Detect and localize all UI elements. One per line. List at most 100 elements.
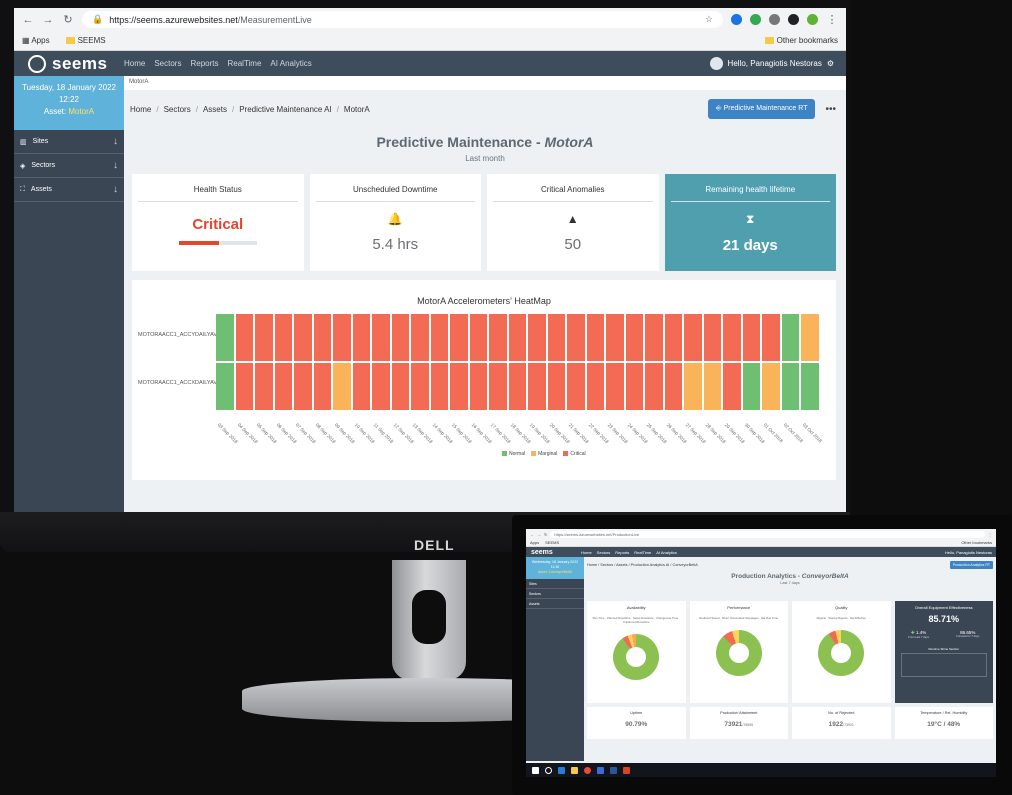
user-menu[interactable]: Hello, Panagiotis Nestoras ⚙ <box>709 57 834 70</box>
sidebar-item-sites[interactable]: ▥ Sites ↓ <box>14 130 124 154</box>
breadcrumb-sectors[interactable]: Sectors <box>164 105 191 114</box>
heatmap-cell[interactable] <box>684 314 702 361</box>
laptop-address-bar[interactable]: https://seems.azurewebsites.net/Producti… <box>550 530 985 538</box>
extension-icon[interactable] <box>769 14 780 25</box>
heatmap-cell[interactable] <box>762 314 780 361</box>
nav-ai-analytics[interactable]: AI Analytics <box>656 550 677 555</box>
address-bar[interactable]: 🔒 https://seems.azurewebsites.net/Measur… <box>82 11 723 28</box>
nav-ai-analytics[interactable]: AI Analytics <box>270 59 311 68</box>
heatmap-cell[interactable] <box>430 314 448 361</box>
bookmark-other[interactable]: Other bookmarks <box>764 36 838 45</box>
heatmap-cell[interactable] <box>352 314 370 361</box>
heatmap-cell[interactable] <box>762 363 780 410</box>
heatmap-cell[interactable] <box>723 314 741 361</box>
forward-icon[interactable]: → <box>42 14 54 26</box>
heatmap-cell[interactable] <box>528 363 546 410</box>
heatmap-cell[interactable] <box>547 314 565 361</box>
sidebar-item-assets[interactable]: Assets <box>526 599 584 609</box>
sidebar-item-assets[interactable]: ⛶ Assets ↓ <box>14 178 124 202</box>
heatmap-cell[interactable] <box>450 314 468 361</box>
heatmap-cell[interactable] <box>703 314 721 361</box>
nav-reports[interactable]: Reports <box>615 550 629 555</box>
heatmap-cell[interactable] <box>411 363 429 410</box>
file-explorer-icon[interactable] <box>571 766 578 774</box>
heatmap-cell[interactable] <box>411 314 429 361</box>
heatmap-cell[interactable] <box>508 314 526 361</box>
heatmap-cell[interactable] <box>255 363 273 410</box>
heatmap-cell[interactable] <box>333 314 351 361</box>
heatmap-cell[interactable] <box>391 314 409 361</box>
heatmap-cell[interactable] <box>430 363 448 410</box>
heatmap-cell[interactable] <box>450 363 468 410</box>
heatmap-cell[interactable] <box>469 314 487 361</box>
heatmap-cell[interactable] <box>372 363 390 410</box>
windows-start-icon[interactable] <box>532 766 539 774</box>
extension-icon[interactable] <box>750 14 761 25</box>
heatmap-cell[interactable] <box>781 314 799 361</box>
nav-realtime[interactable]: RealTime <box>634 550 651 555</box>
heatmap-cell[interactable] <box>703 363 721 410</box>
teams-icon[interactable] <box>597 766 604 774</box>
nav-sectors[interactable]: Sectors <box>597 550 611 555</box>
nav-realtime[interactable]: RealTime <box>227 59 261 68</box>
heatmap-cell[interactable] <box>567 314 585 361</box>
heatmap-cell[interactable] <box>333 363 351 410</box>
heatmap-cell[interactable] <box>528 314 546 361</box>
heatmap-cell[interactable] <box>274 363 292 410</box>
heatmap-cell[interactable] <box>567 363 585 410</box>
legend-critical[interactable]: Critical <box>563 451 586 457</box>
extension-icon[interactable] <box>788 14 799 25</box>
gear-icon[interactable]: ⚙ <box>827 59 834 68</box>
search-icon[interactable] <box>545 766 552 774</box>
heatmap-cell[interactable] <box>586 363 604 410</box>
reload-icon[interactable]: ↻ <box>62 13 74 26</box>
heatmap-cell[interactable] <box>508 363 526 410</box>
breadcrumb-home[interactable]: Home <box>130 105 151 114</box>
nav-reports[interactable]: Reports <box>190 59 218 68</box>
more-options-icon[interactable]: ••• <box>825 104 836 115</box>
nav-home[interactable]: Home <box>581 550 592 555</box>
heatmap-cell[interactable] <box>801 314 819 361</box>
browser-menu-icon[interactable]: ⋮ <box>826 13 838 26</box>
back-icon[interactable]: ← <box>22 14 34 26</box>
heatmap-cell[interactable] <box>294 363 312 410</box>
heatmap-cell[interactable] <box>489 314 507 361</box>
chrome-icon[interactable] <box>584 766 591 774</box>
heatmap-cell[interactable] <box>255 314 273 361</box>
heatmap-cell[interactable] <box>313 314 331 361</box>
nav-home[interactable]: Home <box>124 59 145 68</box>
sidebar-item-sectors[interactable]: ◈ Sectors ↓ <box>14 154 124 178</box>
user-greeting[interactable]: Hello, Panagiotis Nestoras <box>945 550 992 555</box>
heatmap-cell[interactable] <box>216 314 234 361</box>
nav-sectors[interactable]: Sectors <box>154 59 181 68</box>
heatmap-cell[interactable] <box>235 314 253 361</box>
heatmap-cell[interactable] <box>547 363 565 410</box>
bookmark-other[interactable]: Other bookmarks <box>961 540 992 545</box>
heatmap-cell[interactable] <box>625 363 643 410</box>
heatmap-cell[interactable] <box>781 363 799 410</box>
heatmap-cell[interactable] <box>625 314 643 361</box>
back-icon[interactable]: ← <box>530 532 534 537</box>
heatmap-cell[interactable] <box>664 363 682 410</box>
heatmap-cell[interactable] <box>801 363 819 410</box>
legend-marginal[interactable]: Marginal <box>531 451 557 457</box>
predictive-maintenance-rt-button[interactable]: ⎆ Predictive Maintenance RT <box>708 99 816 119</box>
bookmark-seems[interactable]: SEEMS <box>65 36 106 45</box>
breadcrumb-pm-ai[interactable]: Predictive Maintenance AI <box>239 105 332 114</box>
heatmap-cell[interactable] <box>235 363 253 410</box>
legend-normal[interactable]: Normal <box>502 451 525 457</box>
word-icon[interactable] <box>610 766 617 774</box>
bookmark-apps[interactable]: Apps <box>530 540 539 545</box>
heatmap-cell[interactable] <box>274 314 292 361</box>
production-analytics-rt-button[interactable]: Production Analytics RT <box>949 561 993 569</box>
heatmap-cell[interactable] <box>313 363 331 410</box>
heatmap-cell[interactable] <box>742 363 760 410</box>
heatmap-cell[interactable] <box>664 314 682 361</box>
star-icon[interactable]: ☆ <box>705 14 713 25</box>
heatmap-cell[interactable] <box>391 363 409 410</box>
heatmap-cell[interactable] <box>606 363 624 410</box>
reload-icon[interactable]: ↻ <box>544 532 547 537</box>
bookmark-seems[interactable]: SEEMS <box>545 540 559 545</box>
browser-menu-icon[interactable]: ⋮ <box>988 532 992 537</box>
heatmap-cell[interactable] <box>645 314 663 361</box>
